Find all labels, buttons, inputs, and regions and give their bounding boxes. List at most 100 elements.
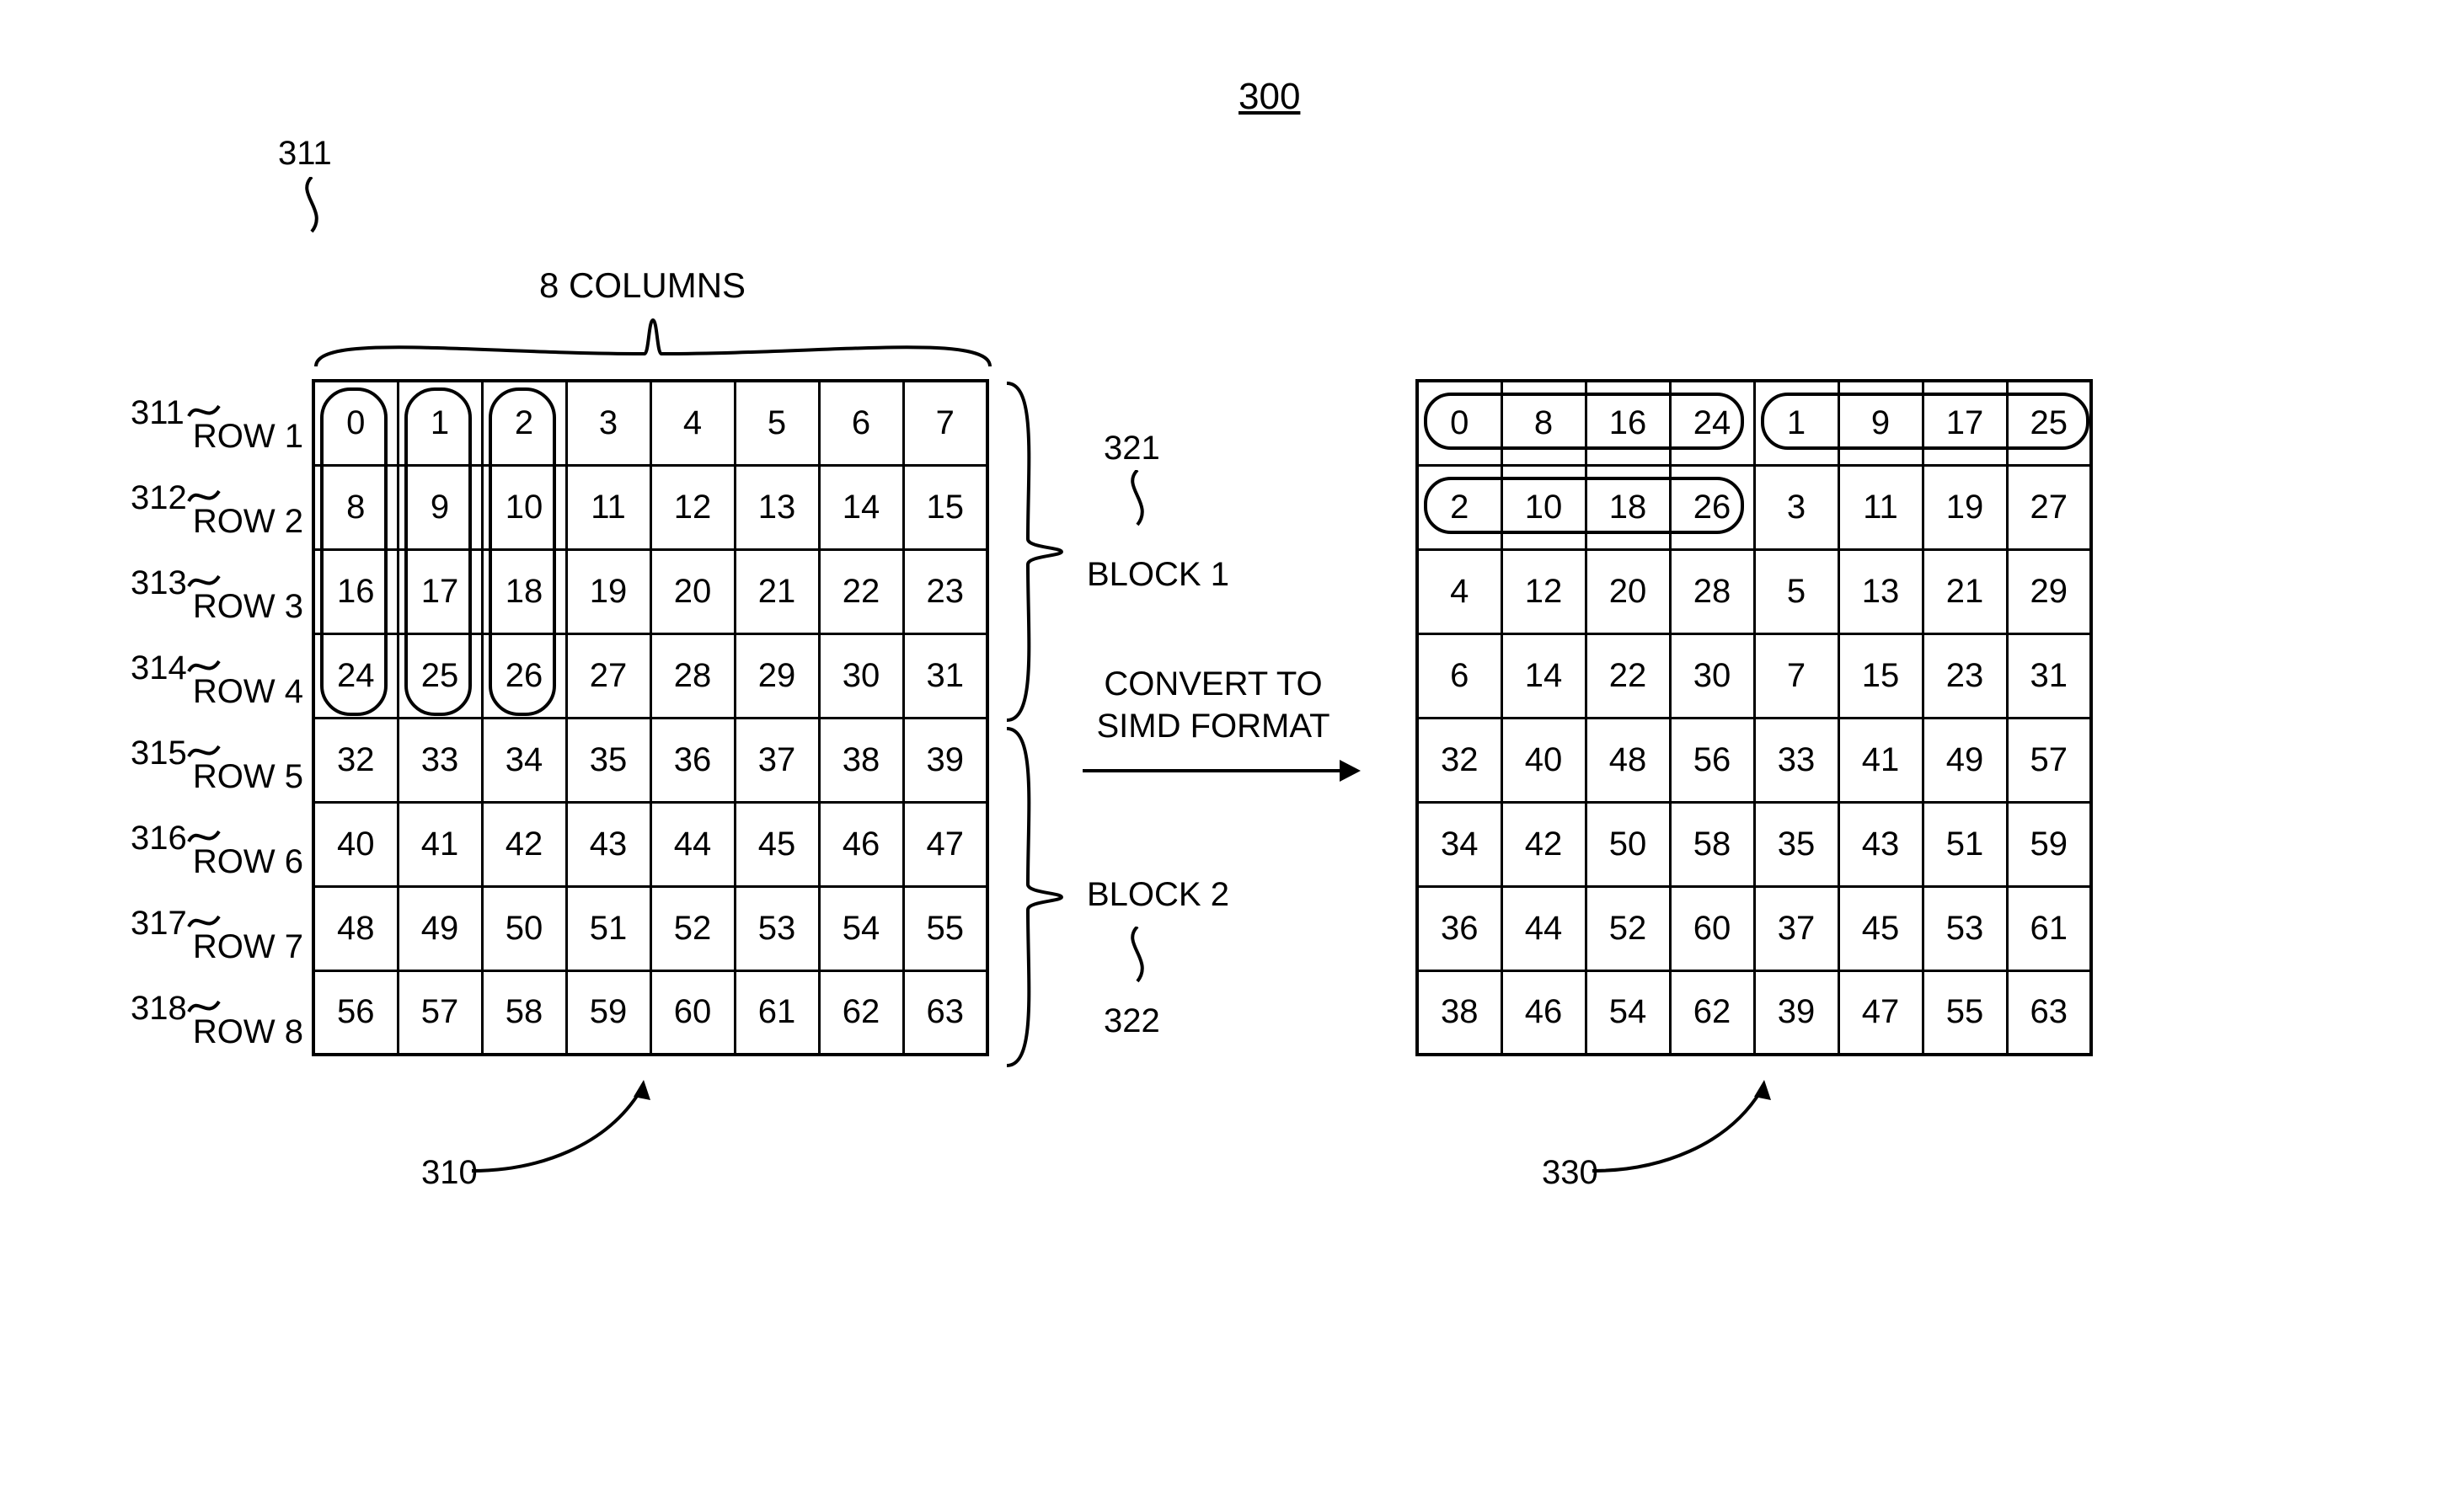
rightgrid-cell-r1-c5: 11 <box>1838 465 1923 549</box>
rowlabel-5: ROW 5 <box>177 758 303 796</box>
rightgrid-cell-r3-c6: 23 <box>1923 633 2007 718</box>
rightgrid-cell-r7-c1: 46 <box>1501 970 1586 1055</box>
leftgrid-cell-r3-c2: 26 <box>482 633 566 718</box>
rowlabel-7: ROW 7 <box>177 928 303 966</box>
rightgrid-cell-r5-c5: 43 <box>1838 802 1923 886</box>
rowlabel-1: ROW 1 <box>177 418 303 456</box>
rightgrid-cell-r4-c2: 48 <box>1586 718 1670 802</box>
leftgrid-cell-r3-c5: 29 <box>735 633 819 718</box>
leftgrid-cell-r3-c3: 27 <box>566 633 650 718</box>
rightgrid-cell-r2-c6: 21 <box>1923 549 2007 633</box>
leftgrid-cell-r2-c6: 22 <box>819 549 903 633</box>
leftgrid-cell-r5-c6: 46 <box>819 802 903 886</box>
rightgrid-cell-r4-c5: 41 <box>1838 718 1923 802</box>
leftgrid-cell-r3-c7: 31 <box>903 633 987 718</box>
leftgrid-cell-r4-c6: 38 <box>819 718 903 802</box>
rightgrid-cell-r6-c2: 52 <box>1586 886 1670 970</box>
squiggle-block1 <box>1116 470 1158 529</box>
rightgrid-cell-r4-c7: 57 <box>2007 718 2091 802</box>
leftgrid-cell-r2-c7: 23 <box>903 549 987 633</box>
leftgrid-cell-r5-c4: 44 <box>650 802 735 886</box>
rowlabel-2: ROW 2 <box>177 503 303 541</box>
leftgrid-cell-r0-c0: 0 <box>313 381 398 465</box>
leftgrid-cell-r7-c5: 61 <box>735 970 819 1055</box>
leftgrid-cell-r7-c2: 58 <box>482 970 566 1055</box>
rightgrid-cell-r5-c2: 50 <box>1586 802 1670 886</box>
rightgrid-cell-r5-c4: 35 <box>1754 802 1838 886</box>
leftgrid-cell-r3-c0: 24 <box>313 633 398 718</box>
rightgrid-cell-r0-c7: 25 <box>2007 381 2091 465</box>
leftgrid-cell-r3-c6: 30 <box>819 633 903 718</box>
leftgrid-cell-r1-c1: 9 <box>398 465 482 549</box>
rightgrid-cell-r2-c7: 29 <box>2007 549 2091 633</box>
leftgrid-cell-r5-c7: 47 <box>903 802 987 886</box>
label-block2: BLOCK 2 <box>1087 876 1229 914</box>
table-right: 0816241917252101826311192741220285132129… <box>1415 379 2093 1056</box>
rightgrid-cell-r3-c2: 22 <box>1586 633 1670 718</box>
table-left: 0123456789101112131415161718192021222324… <box>312 379 989 1056</box>
leftgrid-cell-r1-c3: 11 <box>566 465 650 549</box>
rightgrid-cell-r3-c3: 30 <box>1670 633 1754 718</box>
convert-line2: SIMD FORMAT <box>1078 708 1348 745</box>
rightgrid-cell-r4-c1: 40 <box>1501 718 1586 802</box>
rightgrid-cell-r6-c4: 37 <box>1754 886 1838 970</box>
leftgrid-cell-r5-c3: 43 <box>566 802 650 886</box>
rightgrid-cell-r3-c7: 31 <box>2007 633 2091 718</box>
leftgrid-cell-r0-c6: 6 <box>819 381 903 465</box>
rightgrid-cell-r7-c6: 55 <box>1923 970 2007 1055</box>
rightgrid-cell-r6-c0: 36 <box>1417 886 1501 970</box>
leftgrid-cell-r2-c4: 20 <box>650 549 735 633</box>
rightgrid-cell-r3-c5: 15 <box>1838 633 1923 718</box>
rightgrid-cell-r2-c0: 4 <box>1417 549 1501 633</box>
rightgrid-cell-r4-c6: 49 <box>1923 718 2007 802</box>
rightgrid-cell-r0-c6: 17 <box>1923 381 2007 465</box>
leftgrid-cell-r2-c5: 21 <box>735 549 819 633</box>
leftgrid-cell-r7-c1: 57 <box>398 970 482 1055</box>
rightgrid-cell-r7-c3: 62 <box>1670 970 1754 1055</box>
rightgrid-cell-r1-c4: 3 <box>1754 465 1838 549</box>
leftgrid-cell-r5-c2: 42 <box>482 802 566 886</box>
leftgrid-cell-r4-c0: 32 <box>313 718 398 802</box>
leftgrid-cell-r0-c5: 5 <box>735 381 819 465</box>
rightgrid-cell-r6-c7: 61 <box>2007 886 2091 970</box>
leftgrid-cell-r5-c5: 45 <box>735 802 819 886</box>
rightgrid-cell-r5-c7: 59 <box>2007 802 2091 886</box>
rightgrid-cell-r7-c2: 54 <box>1586 970 1670 1055</box>
leftgrid-cell-r7-c4: 60 <box>650 970 735 1055</box>
rightgrid-cell-r6-c3: 60 <box>1670 886 1754 970</box>
leftgrid-cell-r1-c0: 8 <box>313 465 398 549</box>
rightgrid-cell-r1-c1: 10 <box>1501 465 1586 549</box>
leftgrid-cell-r2-c0: 16 <box>313 549 398 633</box>
brace-block2 <box>1003 724 1070 1070</box>
rightgrid-cell-r4-c4: 33 <box>1754 718 1838 802</box>
leftgrid-cell-r0-c3: 3 <box>566 381 650 465</box>
rightgrid-cell-r2-c4: 5 <box>1754 549 1838 633</box>
rowlabel-3: ROW 3 <box>177 588 303 626</box>
figure-id: 300 <box>1239 76 1300 118</box>
leftgrid-cell-r1-c6: 14 <box>819 465 903 549</box>
rightgrid-cell-r4-c0: 32 <box>1417 718 1501 802</box>
rightgrid-cell-r0-c5: 9 <box>1838 381 1923 465</box>
rightgrid-cell-r5-c1: 42 <box>1501 802 1586 886</box>
rightgrid-cell-r2-c1: 12 <box>1501 549 1586 633</box>
squiggle-block2 <box>1116 927 1158 986</box>
rightgrid-cell-r0-c1: 8 <box>1501 381 1586 465</box>
leftgrid-cell-r6-c5: 53 <box>735 886 819 970</box>
rightgrid-cell-r2-c3: 28 <box>1670 549 1754 633</box>
overbrace-columns <box>312 316 994 375</box>
rightgrid-cell-r1-c6: 19 <box>1923 465 2007 549</box>
rightgrid-cell-r1-c7: 27 <box>2007 465 2091 549</box>
squiggle-topleft <box>291 177 333 236</box>
arrow-convert <box>1078 750 1365 792</box>
rowlabel-4: ROW 4 <box>177 673 303 711</box>
rightgrid-cell-r5-c6: 51 <box>1923 802 2007 886</box>
leftgrid-cell-r1-c4: 12 <box>650 465 735 549</box>
label-block1: BLOCK 1 <box>1087 556 1229 594</box>
arrow-ref-310 <box>455 1078 674 1179</box>
convert-line1: CONVERT TO <box>1078 665 1348 703</box>
leftgrid-cell-r0-c4: 4 <box>650 381 735 465</box>
rightgrid-cell-r6-c5: 45 <box>1838 886 1923 970</box>
leftgrid-cell-r0-c7: 7 <box>903 381 987 465</box>
leftgrid-cell-r3-c1: 25 <box>398 633 482 718</box>
rowlabel-8: ROW 8 <box>177 1013 303 1051</box>
